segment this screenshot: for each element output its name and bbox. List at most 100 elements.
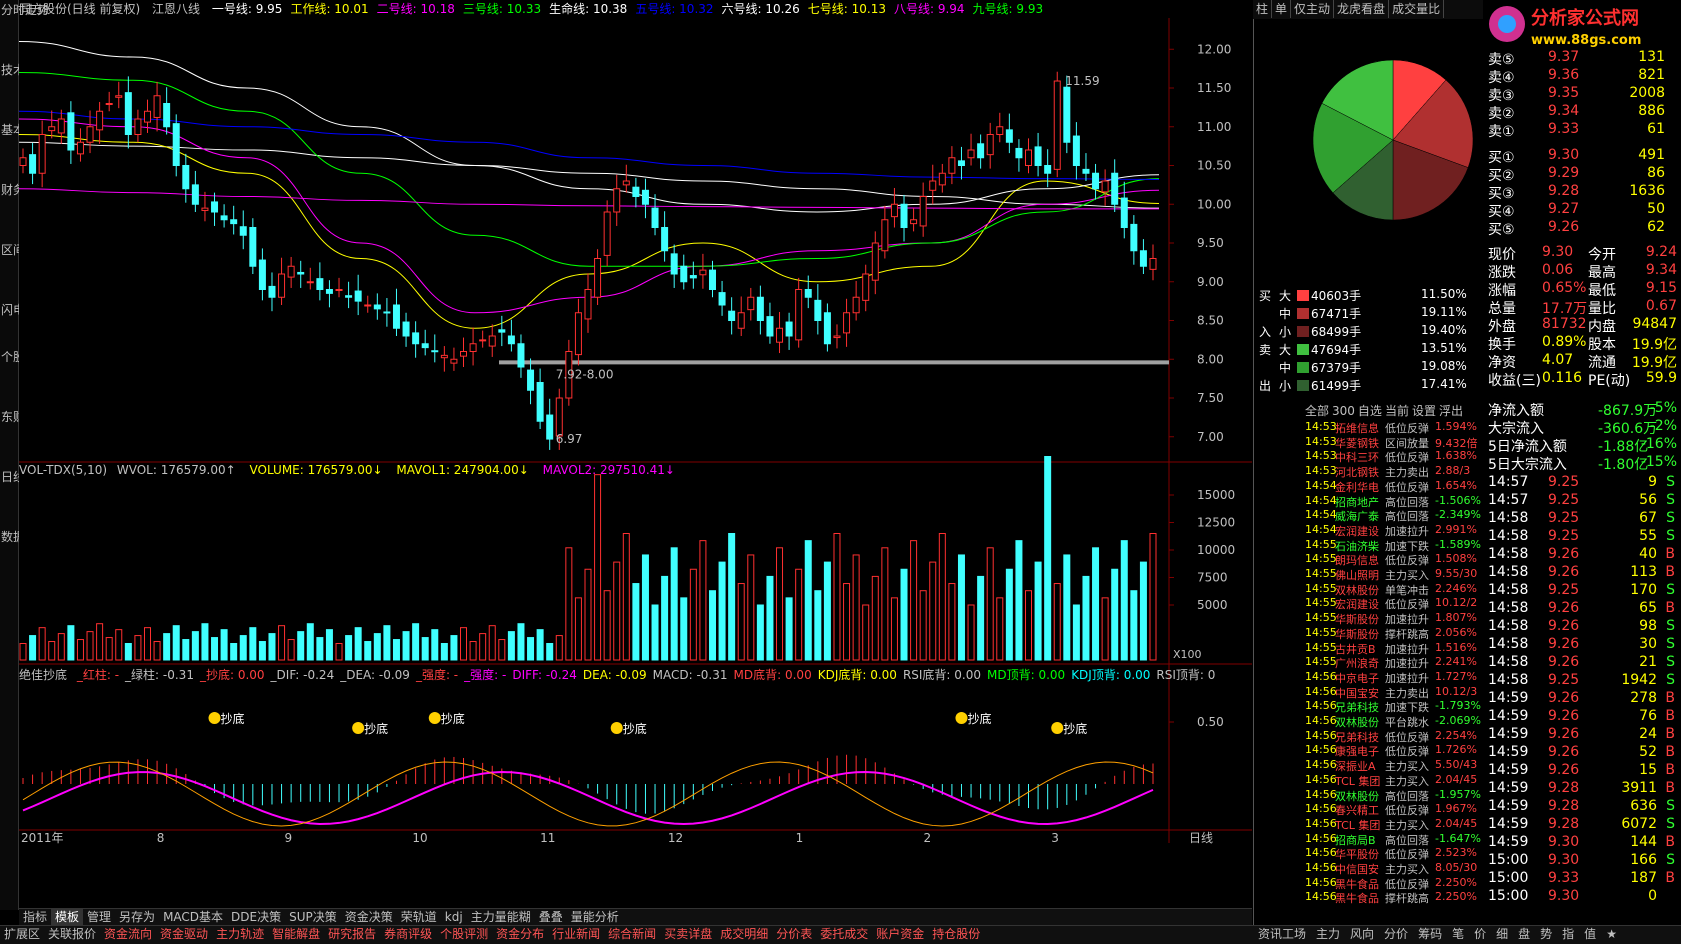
right-bottom-tab-1[interactable]: 主力 [1311,926,1345,943]
right-tab-2[interactable]: 仅主动 [1291,0,1335,18]
extension-tab-3[interactable]: 资金驱动 [156,926,212,943]
candle [919,196,927,227]
extension-tab-16[interactable]: 账户资金 [872,926,928,943]
quote-cell: 净资 [1488,355,1516,371]
order-label: 卖⑤ [1488,52,1515,68]
extension-tab-1[interactable]: 关联报价 [44,926,100,943]
news-cell: 兄弟科技 [1335,701,1379,715]
right-tab-1[interactable]: 单 [1272,0,1292,18]
left-tab-4[interactable]: 区间排名 [1,244,49,257]
candle [776,327,784,343]
extension-tab-13[interactable]: 成交明细 [716,926,772,943]
indicator-tab-10[interactable]: 主力量能糊 [467,909,535,925]
period-label[interactable]: 日线 [1189,831,1213,845]
indicator-tab-7[interactable]: 资金决策 [341,909,397,925]
news-tab-5[interactable]: 浮出 [1439,404,1463,418]
extension-tab-12[interactable]: 买卖详盘 [660,926,716,943]
indicator-tab-5[interactable]: DDE决策 [227,909,285,925]
bottom-signal-label: 抄底 [623,721,647,736]
extension-tab-11[interactable]: 综合新闻 [604,926,660,943]
tick-price: 9.26 [1548,654,1580,670]
right-bottom-tab-9[interactable]: 势 [1535,926,1557,943]
right-tab-3[interactable]: 龙虎看盘 [1334,0,1390,18]
extension-tab-2[interactable]: 资金流向 [100,926,156,943]
volume-bar [546,643,554,661]
indicator-tab-8[interactable]: 荣轨道 [397,909,441,925]
indicator-tab-1[interactable]: 模板 [51,909,84,925]
indicator-tab-2[interactable]: 管理 [83,909,115,925]
extension-tab-6[interactable]: 研究报告 [324,926,380,943]
left-tab-0[interactable]: 分时走势 [1,4,49,17]
left-tab-2[interactable]: 基本资料 [1,124,49,137]
flow-side: 买 [1259,289,1272,303]
volume-bar [278,625,286,661]
extension-tab-0[interactable]: 扩展区 [0,926,44,943]
candle [852,296,860,314]
right-tab-4[interactable]: 成交量比 [1389,0,1445,18]
candle [191,184,199,205]
news-cell: 主力卖出 [1385,466,1429,480]
extension-tab-7[interactable]: 券商评级 [380,926,436,943]
right-bottom-tab-11[interactable]: 值 [1579,926,1601,943]
right-bottom-tab-2[interactable]: 风向 [1345,926,1379,943]
left-tab-1[interactable]: 技术分析 [1,64,49,77]
extension-tab-14[interactable]: 分价表 [772,926,816,943]
indicator-tab-11[interactable]: 叠叠 [535,909,567,925]
right-bottom-tab-5[interactable]: 笔 [1447,926,1469,943]
left-tab-3[interactable]: 财务透视 [1,184,49,197]
news-tab-3[interactable]: 当前 [1385,404,1409,418]
vol-axis-label: 7500 [1197,571,1228,585]
right-bottom-tab-6[interactable]: 价 [1469,926,1491,943]
news-cell: 主力卖出 [1385,686,1429,700]
indicator-tab-6[interactable]: SUP决策 [285,909,341,925]
volume-bar [239,635,247,661]
news-cell: 14:54 [1305,522,1337,536]
indicator-tab-12[interactable]: 量能分析 [567,909,623,925]
news-row: 14:55 石油济柴 加速下跌 -1.589% [1305,538,1486,553]
left-tab-6[interactable]: 个股透视 [1,351,49,364]
extension-tab-8[interactable]: 个股评测 [436,926,492,943]
right-bottom-tab-7[interactable]: 细 [1491,926,1513,943]
price-axis-label: 12.00 [1197,42,1231,56]
indicator-tab-0[interactable]: 指标 [19,909,51,925]
news-tab-0[interactable]: 全部 [1305,404,1329,418]
macd-value-2: _抄底: 0.00 [199,668,265,682]
news-tab-4[interactable]: 设置 [1412,404,1436,418]
extension-tab-15[interactable]: 委托成交 [816,926,872,943]
news-cell: 14:56 [1305,802,1337,816]
news-cell: 中国宝安 [1335,686,1379,700]
extension-tab-5[interactable]: 智能解盘 [268,926,324,943]
news-row: 14:55 华斯股份 加速拉升 1.807% [1305,611,1486,626]
extension-tab-9[interactable]: 资金分布 [492,926,548,943]
extension-tab-17[interactable]: 持仓股份 [928,926,984,943]
order-volume: 61 [1647,121,1665,137]
right-tab-0[interactable]: 柱 [1253,0,1273,18]
indicator-tab-9[interactable]: kdj [441,909,467,925]
news-tabs: 全部 300 自选 当前 设置 浮出 [1305,402,1486,419]
candle [996,126,1004,135]
quote-row: 涨跌 0.06 最高 9.34 [1488,262,1681,281]
left-tab-5[interactable]: 闪电图 [1,304,37,317]
indicator-tab-3[interactable]: 另存为 [115,909,159,925]
quote-cell: 0.65% [1542,280,1587,296]
date-axis-label: 12 [668,831,683,845]
bottom-signal-label: 抄底 [1063,721,1087,736]
left-tab-9[interactable]: 数据下载 [1,531,49,544]
left-tab-8[interactable]: 日线报表 [1,471,49,484]
news-tab-2[interactable]: 自选 [1358,404,1382,418]
news-row: 14:54 金利华电 低位反弹 1.654% [1305,479,1486,494]
news-cell: 区间放量 [1385,436,1429,450]
right-bottom-tab-8[interactable]: 盘 [1513,926,1535,943]
right-bottom-tab-0[interactable]: 资讯工场 [1253,926,1311,943]
right-bottom-tab-10[interactable]: 指 [1557,926,1579,943]
right-bottom-tab-4[interactable]: 筹码 [1413,926,1447,943]
volume-bar [1034,561,1042,661]
extension-tab-10[interactable]: 行业新闻 [548,926,604,943]
left-tab-7[interactable]: 东财深度 [1,411,49,424]
news-tab-1[interactable]: 300 [1332,404,1355,418]
right-bottom-tab-3[interactable]: 分价 [1379,926,1413,943]
candle [1139,250,1147,267]
indicator-tab-4[interactable]: MACD基本 [159,909,227,925]
extension-tab-4[interactable]: 主力轨迹 [212,926,268,943]
right-bottom-tab-12[interactable]: ★ [1601,926,1622,943]
